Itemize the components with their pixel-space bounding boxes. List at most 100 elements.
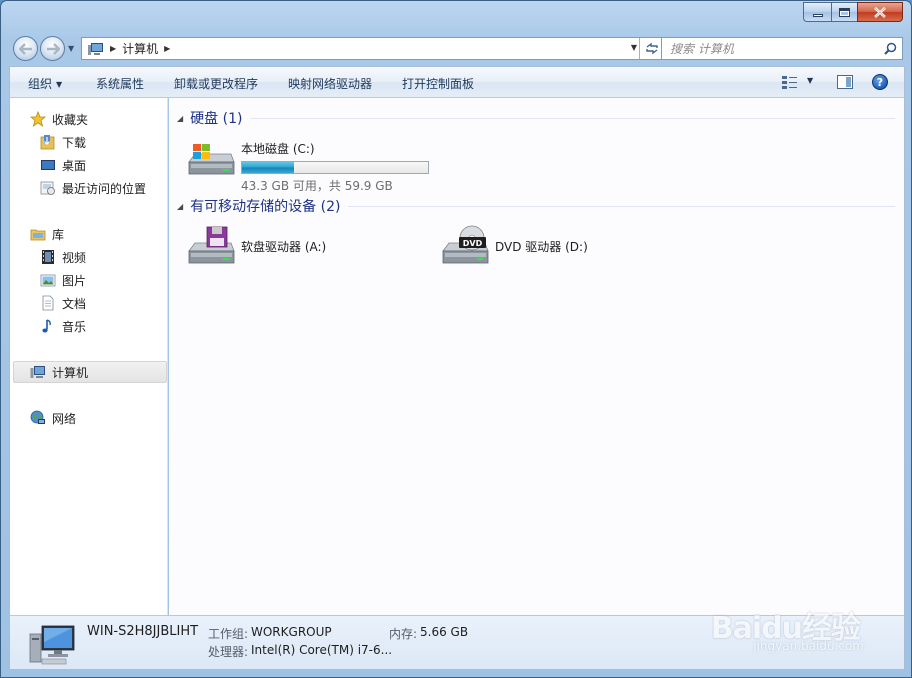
change-view-icon[interactable] xyxy=(782,75,798,89)
details-pane: WIN-S2H8JJBLIHT 工作组: WORKGROUP 内存: 5.66 … xyxy=(9,611,905,670)
nav-favorites[interactable]: 收藏夹 xyxy=(10,108,168,130)
workgroup-label: 工作组: xyxy=(208,627,249,641)
minimize-icon xyxy=(812,13,823,17)
drive-a-name: 软盘驱动器 (A:) xyxy=(241,240,327,254)
nav-desktop-label: 桌面 xyxy=(62,158,87,173)
search-input[interactable] xyxy=(670,41,870,57)
drive-d-name: DVD 驱动器 (D:) xyxy=(495,240,588,254)
maximize-icon xyxy=(839,7,850,17)
content-pane: ◢ 硬盘 (1) 本地磁盘 (C:) 43.3 GB 可用，共 59.9 GB … xyxy=(169,98,905,615)
drive-a[interactable]: 软盘驱动器 (A:) xyxy=(187,225,326,269)
map-network-drive-button[interactable]: 映射网络驱动器 xyxy=(288,75,372,92)
processor-value: Intel(R) Core(TM) i7-6... xyxy=(251,643,393,657)
star-icon xyxy=(29,110,47,127)
nav-computer[interactable]: 计算机 xyxy=(13,361,167,383)
floppy-drive-icon xyxy=(187,225,235,269)
workgroup-value: WORKGROUP xyxy=(251,625,332,639)
organize-label: 组织 xyxy=(28,77,53,91)
drive-d[interactable]: DVD DVD 驱动器 (D:) xyxy=(441,225,588,269)
network-globe-icon xyxy=(30,410,46,426)
downloads-folder-icon xyxy=(40,134,56,150)
address-bar[interactable]: ▶ 计算机 ▶ ▼ xyxy=(81,37,664,60)
nav-documents[interactable]: 文档 xyxy=(10,292,168,314)
uninstall-program-button[interactable]: 卸载或更改程序 xyxy=(174,75,258,92)
nav-recent-places[interactable]: 最近访问的位置 xyxy=(10,177,168,199)
dvd-drive-icon: DVD xyxy=(441,225,489,269)
nav-downloads-label: 下载 xyxy=(62,135,87,150)
picture-icon xyxy=(40,272,56,288)
nav-documents-label: 文档 xyxy=(62,296,87,311)
group-divider xyxy=(348,205,895,207)
nav-music[interactable]: 音乐 xyxy=(10,315,168,337)
collapse-triangle-icon: ◢ xyxy=(177,113,184,123)
memory-value: 5.66 GB xyxy=(420,625,469,639)
nav-network[interactable]: 网络 xyxy=(10,407,168,429)
view-options-dropdown[interactable]: ▼ xyxy=(807,76,813,85)
desktop-icon xyxy=(40,157,56,173)
minimize-button[interactable] xyxy=(803,2,831,22)
back-button[interactable] xyxy=(13,36,38,61)
collapse-triangle-icon: ◢ xyxy=(177,201,184,211)
group-header-hard-disks[interactable]: ◢ 硬盘 (1) xyxy=(177,108,895,128)
close-button[interactable] xyxy=(857,2,903,22)
drive-c-usage-bar xyxy=(241,161,429,174)
recent-places-icon xyxy=(40,180,56,196)
drive-c-info: 本地磁盘 (C:) 43.3 GB 可用，共 59.9 GB xyxy=(241,136,429,194)
dvd-badge: DVD xyxy=(463,239,483,248)
search-icon xyxy=(884,42,897,55)
navigation-pane: 收藏夹 下载 桌面 最近访问的位置 库 视频 图片 文档 音乐 计算机 网络 xyxy=(9,98,168,615)
nav-favorites-label: 收藏夹 xyxy=(52,112,89,127)
forward-button[interactable] xyxy=(40,36,65,61)
nav-pictures[interactable]: 图片 xyxy=(10,269,168,291)
breadcrumb-computer[interactable]: 计算机 xyxy=(122,40,158,57)
refresh-icon xyxy=(645,42,658,55)
nav-network-label: 网络 xyxy=(52,411,77,426)
preview-pane-button[interactable] xyxy=(837,75,853,89)
recent-pages-dropdown[interactable]: ▼ xyxy=(68,44,74,53)
watermark-url: jingyan.baidu.com xyxy=(753,639,864,653)
arrow-left-icon xyxy=(18,42,32,55)
hard-drive-windows-icon xyxy=(187,136,235,180)
close-icon xyxy=(874,6,886,18)
nav-videos[interactable]: 视频 xyxy=(10,246,168,268)
computer-icon xyxy=(88,42,104,56)
computer-icon xyxy=(29,625,75,665)
search-box[interactable] xyxy=(661,37,903,60)
group-header-removable[interactable]: ◢ 有可移动存储的设备 (2) xyxy=(177,196,895,216)
group-title: 有可移动存储的设备 (2) xyxy=(190,199,341,215)
caption-buttons xyxy=(803,2,903,22)
breadcrumb-separator-icon[interactable]: ▶ xyxy=(164,44,170,53)
breadcrumb-separator-icon[interactable]: ▶ xyxy=(110,44,116,53)
address-row: ▼ ▶ 计算机 ▶ ▼ xyxy=(11,34,905,62)
drive-c-usage-fill xyxy=(242,162,294,173)
group-title: 硬盘 (1) xyxy=(190,111,243,127)
organize-menu[interactable]: 组织 ▼ xyxy=(28,75,62,92)
processor-label: 处理器: xyxy=(208,645,249,659)
drive-c-name: 本地磁盘 (C:) xyxy=(241,142,315,156)
video-icon xyxy=(40,249,56,265)
music-icon xyxy=(40,318,56,334)
nav-libraries[interactable]: 库 xyxy=(10,223,168,245)
nav-desktop[interactable]: 桌面 xyxy=(10,154,168,176)
nav-pictures-label: 图片 xyxy=(62,273,87,288)
drive-c-free-space: 43.3 GB 可用，共 59.9 GB xyxy=(241,179,393,193)
maximize-button[interactable] xyxy=(831,2,857,22)
nav-videos-label: 视频 xyxy=(62,250,87,265)
nav-downloads[interactable]: 下载 xyxy=(10,131,168,153)
library-icon xyxy=(30,226,46,242)
drive-c[interactable]: 本地磁盘 (C:) 43.3 GB 可用，共 59.9 GB xyxy=(187,136,429,194)
chevron-down-icon: ▼ xyxy=(56,80,63,89)
system-properties-button[interactable]: 系统属性 xyxy=(96,75,144,92)
nav-computer-label: 计算机 xyxy=(52,365,89,380)
explorer-window: ▼ ▶ 计算机 ▶ ▼ 组织▼ 系统属性 卸载或更改程序 映射网络驱动器 打开控… xyxy=(0,0,912,678)
nav-libraries-label: 库 xyxy=(52,227,65,242)
memory-label: 内存: xyxy=(389,627,418,641)
arrow-right-icon xyxy=(46,42,60,55)
open-control-panel-button[interactable]: 打开控制面板 xyxy=(402,75,474,92)
nav-music-label: 音乐 xyxy=(62,319,87,334)
address-history-dropdown[interactable]: ▼ xyxy=(631,43,637,52)
computer-icon xyxy=(30,364,46,380)
baidu-watermark: Baidu经验 jingyan.baidu.com xyxy=(711,603,864,653)
help-button[interactable]: ? xyxy=(872,74,888,90)
refresh-button[interactable] xyxy=(639,38,663,59)
